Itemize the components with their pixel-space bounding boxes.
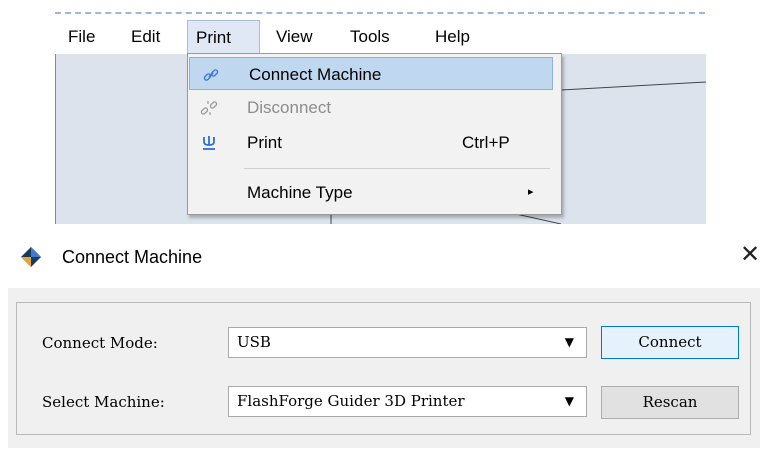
select-machine-label: Select Machine: [42, 393, 165, 411]
menu-item-label: Machine Type [247, 183, 353, 202]
menu-item-label: Disconnect [247, 98, 332, 117]
submenu-arrow-icon: ▸ [528, 186, 534, 198]
menu-help[interactable]: Help [427, 20, 478, 54]
chevron-down-icon: ▼ [564, 335, 574, 349]
menu-item-label: Print [247, 133, 282, 152]
connect-mode-label: Connect Mode: [42, 334, 158, 352]
link-icon [200, 58, 222, 91]
chevron-down-icon: ▼ [564, 394, 574, 408]
select-machine-value: FlashForge Guider 3D Printer [237, 392, 465, 410]
menu-tools[interactable]: Tools [342, 20, 398, 54]
dialog-title: Connect Machine [62, 247, 203, 267]
menu-print[interactable]: Print [187, 20, 260, 54]
menu-item-connect-machine[interactable]: Connect Machine [189, 57, 553, 90]
menubar: File Edit Print View Tools Help [55, 20, 705, 54]
select-machine-select[interactable]: FlashForge Guider 3D Printer ▼ [228, 386, 587, 417]
broken-link-icon [198, 91, 220, 124]
usb-icon [198, 126, 220, 159]
menu-view[interactable]: View [268, 20, 321, 54]
menu-item-label: Connect Machine [249, 65, 382, 84]
close-icon[interactable]: ✕ [740, 242, 760, 268]
menu-edit[interactable]: Edit [123, 20, 168, 54]
menu-item-print[interactable]: Print Ctrl+P [188, 126, 561, 159]
connect-mode-select[interactable]: USB ▼ [228, 327, 587, 358]
menu-item-shortcut: Ctrl+P [462, 133, 510, 152]
window-top-border [55, 12, 705, 14]
connect-button[interactable]: Connect [601, 326, 739, 359]
connect-mode-value: USB [237, 333, 271, 351]
print-menu-dropdown: Connect Machine Disconnect Print Ctrl+P … [187, 53, 562, 215]
connection-group-box: Connect Mode: USB ▼ Connect Select Machi… [16, 302, 751, 435]
menu-item-machine-type[interactable]: Machine Type ▸ [188, 176, 561, 209]
menu-file[interactable]: File [60, 20, 103, 54]
rescan-button[interactable]: Rescan [601, 386, 739, 419]
flashforge-logo-icon [20, 246, 42, 268]
menu-item-disconnect[interactable]: Disconnect [188, 91, 561, 124]
menu-separator [244, 168, 550, 169]
